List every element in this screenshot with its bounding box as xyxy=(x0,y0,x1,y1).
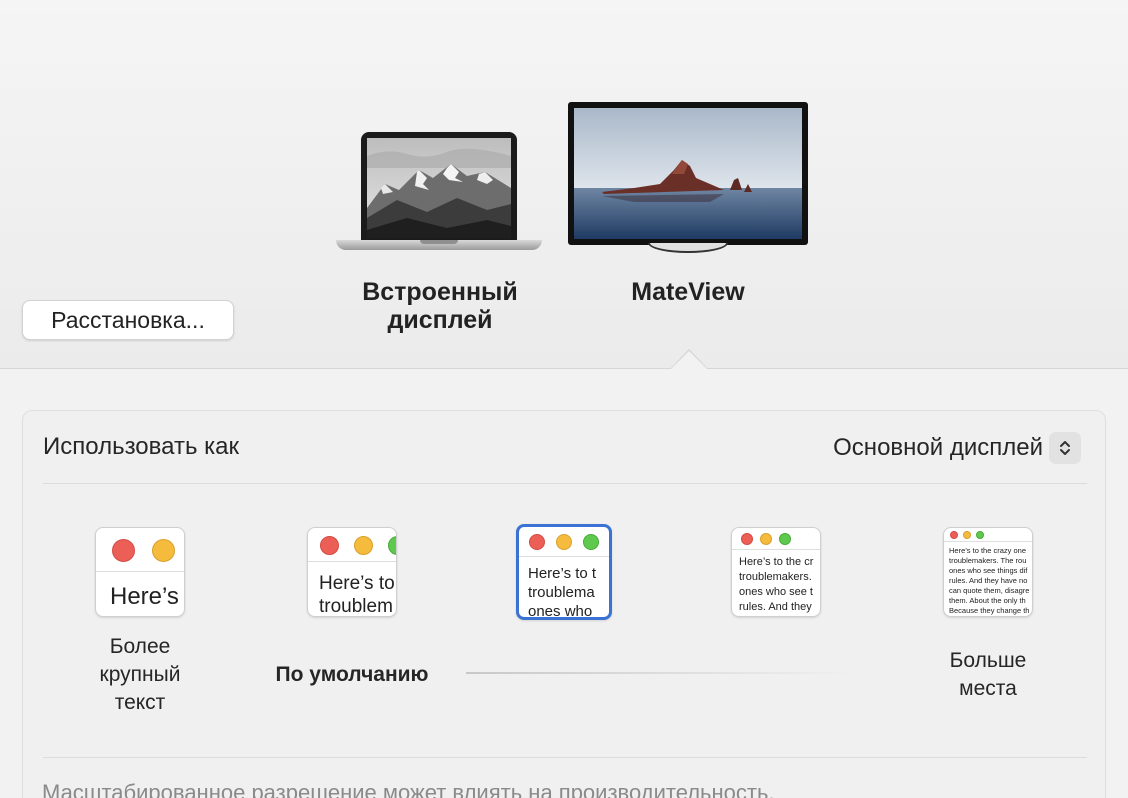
preview-text-line4: rules. And they have no xyxy=(949,576,1028,585)
panel-divider xyxy=(43,757,1087,758)
mateview-display-label: MateView xyxy=(631,278,745,306)
island-sea-image xyxy=(574,108,802,239)
scaled-resolution-note: Масштабированное разрешение может влиять… xyxy=(42,780,775,798)
preview-text-line1: Here’s to the crazy one xyxy=(949,546,1026,555)
minimize-dot-icon xyxy=(354,536,373,555)
close-dot-icon xyxy=(112,539,135,562)
larger-text-label-line3: текст xyxy=(114,691,166,714)
larger-text-label-line2: крупный xyxy=(99,663,181,686)
preview-text-line2: troublemakers. xyxy=(739,571,812,583)
resolution-option-3-selected[interactable]: Here’s to t troublema ones who xyxy=(516,524,612,620)
display-arrangement-area: Встроенный дисплей MateView Расстановка.… xyxy=(0,0,1128,369)
mateview-display-wallpaper xyxy=(574,108,802,239)
close-dot-icon xyxy=(320,536,339,555)
selection-pointer xyxy=(671,351,707,369)
more-space-label-line2: места xyxy=(959,677,1017,700)
preview-text-line5: can quote them, disagre xyxy=(949,586,1030,595)
chevron-up-down-icon xyxy=(1049,432,1081,464)
resolution-option-default[interactable]: Here’s to troublem xyxy=(307,527,397,617)
mountains-image xyxy=(367,138,511,238)
preview-text-line3: ones who see things dif xyxy=(949,566,1028,575)
preview-text-line1: Here’s to the cr xyxy=(739,556,814,568)
resolution-option-more-space[interactable]: Here’s to the crazy one troublemakers. T… xyxy=(943,527,1033,617)
builtin-display-label-line2: дисплей xyxy=(387,306,493,334)
arrange-button[interactable]: Расстановка... xyxy=(22,300,234,340)
preview-text-line1: Here’s to t xyxy=(528,565,597,582)
mateview-display-thumbnail[interactable] xyxy=(568,102,808,254)
preview-text-line2: troublema xyxy=(528,584,595,601)
use-as-value: Основной дисплей xyxy=(833,434,1043,461)
preview-text-line2: troublemakers. The rou xyxy=(949,556,1027,565)
preview-text-line6: them. About the only th xyxy=(949,596,1026,605)
resolution-option-4[interactable]: Here’s to the cr troublemakers. ones who… xyxy=(731,527,821,617)
close-dot-icon xyxy=(529,534,545,550)
preview-text-line4: rules. And they xyxy=(739,601,812,613)
preview-text-line1: Here’s to xyxy=(319,573,395,594)
preview-text: Here’s xyxy=(110,583,179,610)
use-as-label: Использовать как xyxy=(43,433,239,460)
laptop-notch xyxy=(420,240,458,244)
preview-text-line7: Because they change th xyxy=(949,606,1030,615)
zoom-dot-icon xyxy=(779,533,791,545)
laptop-lid xyxy=(361,132,517,242)
minimize-dot-icon xyxy=(760,533,772,545)
minimize-dot-icon xyxy=(963,531,971,539)
more-space-label: Больше места xyxy=(928,647,1048,703)
monitor-frame xyxy=(568,102,808,245)
minimize-dot-icon xyxy=(556,534,572,550)
builtin-display-wallpaper xyxy=(367,138,511,238)
zoom-dot-icon xyxy=(583,534,599,550)
more-space-label-line1: Больше xyxy=(949,649,1027,672)
minimize-dot-icon xyxy=(152,539,175,562)
preview-text-line3: ones who see t xyxy=(739,586,813,598)
preview-text-line3: ones who xyxy=(528,603,593,620)
preview-text-line2: troublem xyxy=(319,596,393,617)
close-dot-icon xyxy=(950,531,958,539)
default-label: По умолчанию xyxy=(275,663,429,686)
use-as-select[interactable]: Основной дисплей xyxy=(833,431,1081,465)
builtin-display-label-line1: Встроенный xyxy=(362,278,518,306)
monitor-stand xyxy=(648,243,728,253)
zoom-dot-icon xyxy=(976,531,984,539)
panel-divider xyxy=(43,483,1087,484)
close-dot-icon xyxy=(741,533,753,545)
builtin-display-label: Встроенный дисплей xyxy=(340,278,540,334)
larger-text-label-line1: Более xyxy=(109,635,171,658)
builtin-display-thumbnail[interactable] xyxy=(336,132,542,256)
resolution-option-larger-text[interactable]: Here’s xyxy=(95,527,185,617)
resolution-scale-line xyxy=(466,672,856,674)
larger-text-label: Более крупный текст xyxy=(80,633,200,717)
